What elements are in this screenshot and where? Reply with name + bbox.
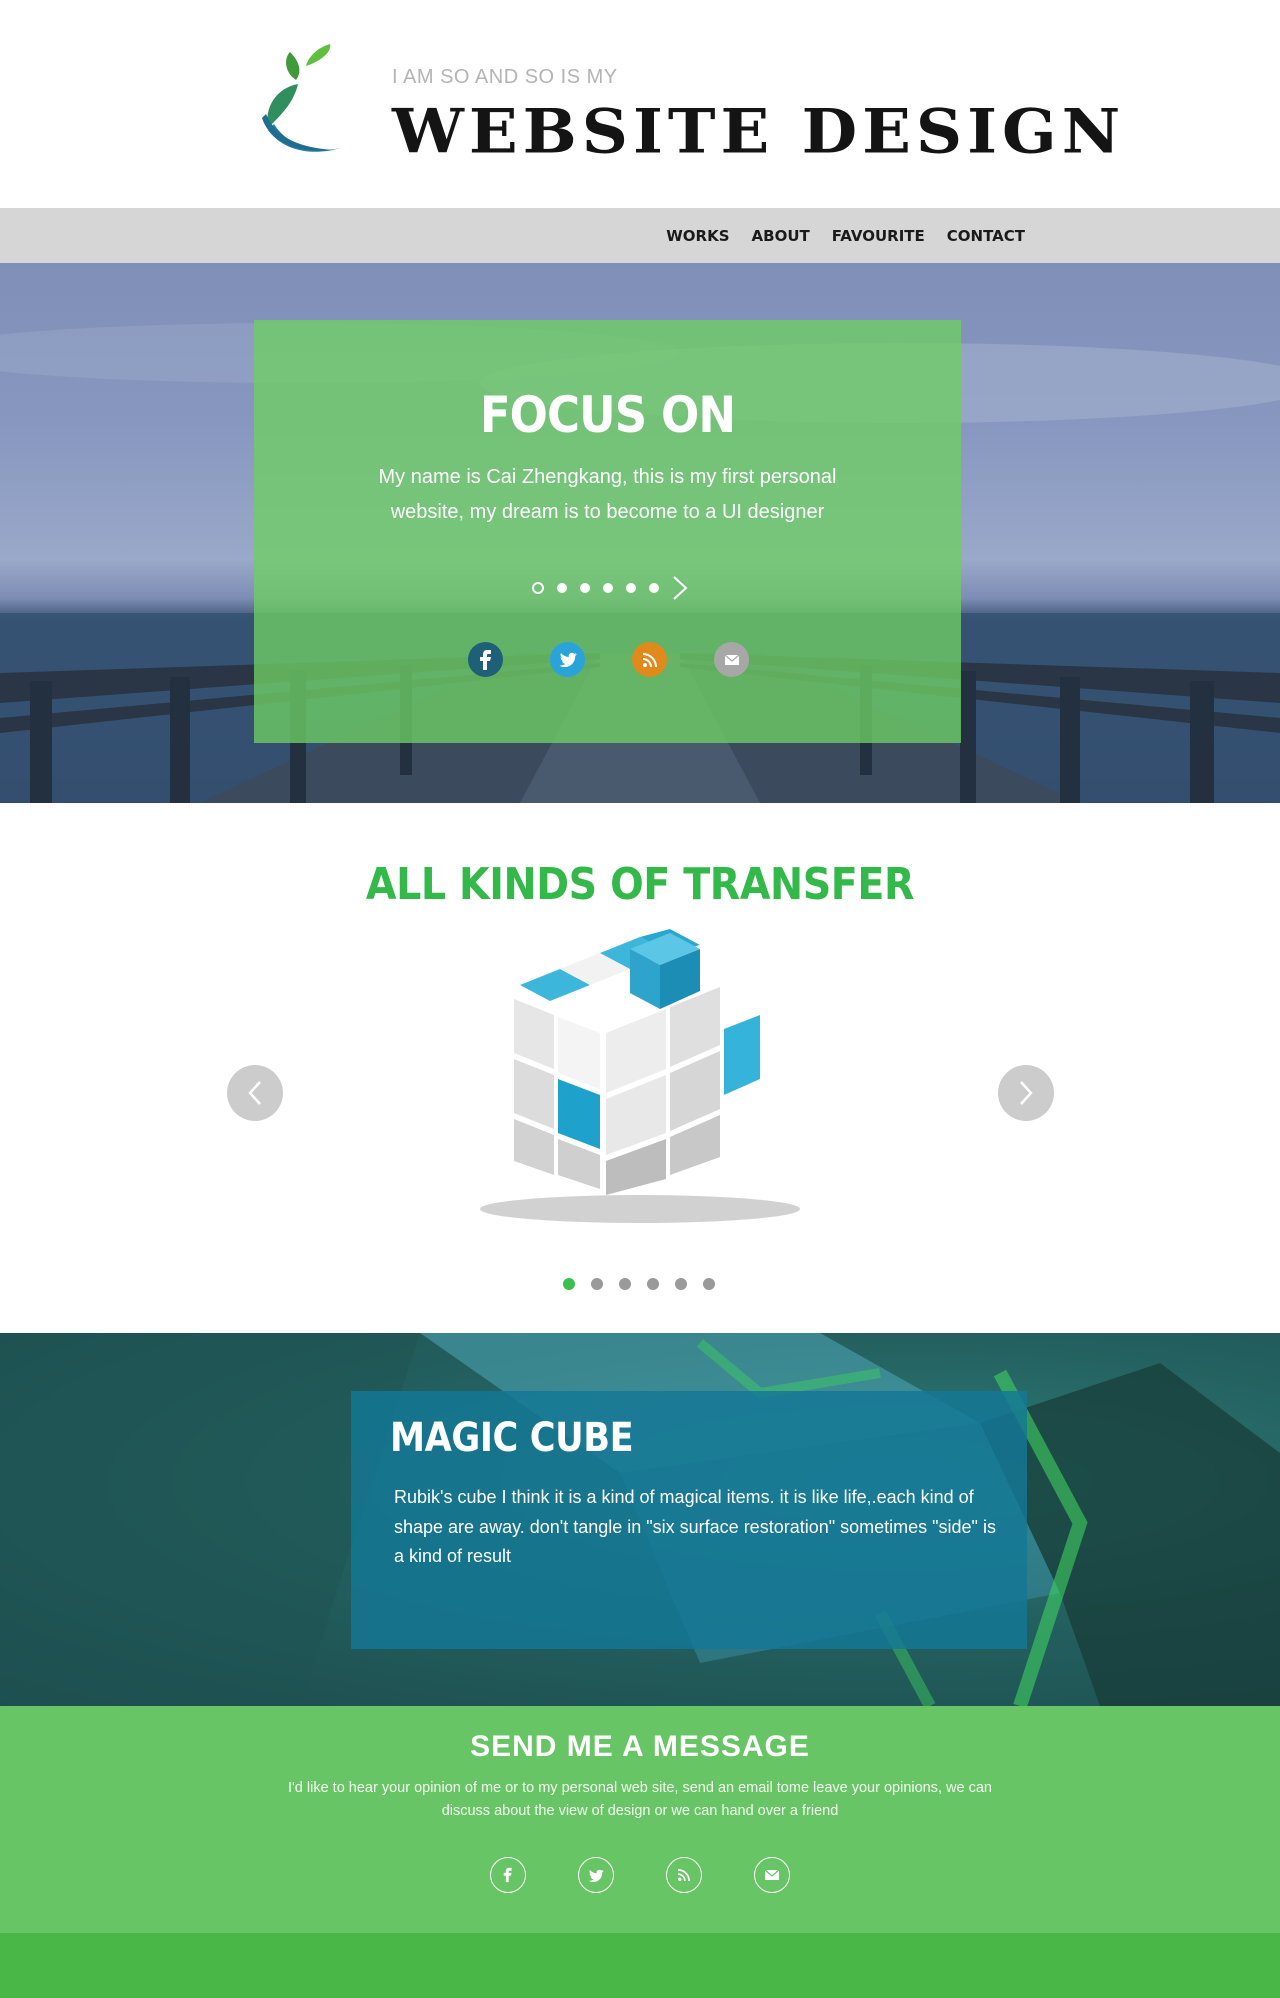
hero-overlay-panel: FOCUS ON My name is Cai Zhengkang, this … [254, 320, 961, 743]
carousel-prev-button[interactable] [227, 1065, 283, 1121]
hero-dot-1[interactable] [532, 582, 544, 594]
transfer-pagination [563, 1278, 715, 1290]
carousel-next-button[interactable] [998, 1065, 1054, 1121]
transfer-dot-3[interactable] [619, 1278, 631, 1290]
leaf-logo-icon[interactable] [254, 44, 342, 164]
hero-social-links [468, 642, 749, 677]
hero-dot-4[interactable] [603, 583, 613, 593]
contact-section: SEND ME A MESSAGE I'd like to hear your … [0, 1706, 1280, 1933]
transfer-dot-6[interactable] [703, 1278, 715, 1290]
hero-dot-5[interactable] [626, 583, 636, 593]
contact-title: SEND ME A MESSAGE [470, 1730, 810, 1763]
nav-item-favourite[interactable]: FAVOURITE [832, 227, 925, 245]
chevron-left-icon [248, 1081, 261, 1105]
magic-cube-panel: MAGIC CUBE Rubik's cube I think it is a … [351, 1391, 1027, 1649]
chevron-right-icon [1020, 1081, 1033, 1105]
hero-dot-2[interactable] [557, 583, 567, 593]
hero-dot-6[interactable] [649, 583, 659, 593]
nav-item-about[interactable]: ABOUT [752, 227, 810, 245]
chevron-right-icon[interactable] [670, 575, 690, 601]
transfer-title: ALL KINDS OF TRANSFER [365, 859, 915, 910]
magic-cube-text: Rubik's cube I think it is a kind of mag… [394, 1487, 996, 1566]
transfer-dot-1[interactable] [563, 1278, 575, 1290]
hero-title: FOCUS ON [479, 386, 736, 444]
site-footer [0, 1933, 1280, 1998]
main-navigation: WORKS ABOUT FAVOURITE CONTACT [0, 208, 1280, 263]
nav-item-contact[interactable]: CONTACT [947, 227, 1025, 245]
twitter-icon[interactable] [550, 642, 585, 677]
hero-banner: FOCUS ON My name is Cai Zhengkang, this … [0, 263, 1280, 803]
site-tagline: I AM SO AND SO IS MY [392, 66, 618, 88]
site-header: I AM SO AND SO IS MY WEBSITE DESIGN [0, 0, 1280, 208]
transfer-dot-4[interactable] [647, 1278, 659, 1290]
contact-description: I'd like to hear your opinion of me or t… [288, 1780, 992, 1819]
transfer-section: ALL KINDS OF TRANSFER [0, 803, 1280, 1333]
rss-icon[interactable] [632, 642, 667, 677]
nav-item-works[interactable]: WORKS [666, 227, 729, 245]
transfer-dot-2[interactable] [591, 1278, 603, 1290]
facebook-icon[interactable] [490, 1857, 526, 1893]
hero-dot-3[interactable] [580, 583, 590, 593]
twitter-icon[interactable] [578, 1857, 614, 1893]
rss-icon[interactable] [666, 1857, 702, 1893]
mail-icon[interactable] [754, 1857, 790, 1893]
site-title: WEBSITE DESIGN [392, 96, 1126, 168]
magic-cube-section: MAGIC CUBE Rubik's cube I think it is a … [0, 1333, 1280, 1706]
rubiks-cube-image [480, 929, 800, 1223]
transfer-dot-5[interactable] [675, 1278, 687, 1290]
hero-description: My name is Cai Zhengkang, this is my fir… [378, 466, 837, 523]
magic-cube-title: MAGIC CUBE [390, 1415, 634, 1461]
hero-pagination [532, 582, 659, 594]
facebook-icon[interactable] [468, 642, 503, 677]
mail-icon[interactable] [714, 642, 749, 677]
contact-social-links [490, 1857, 790, 1893]
